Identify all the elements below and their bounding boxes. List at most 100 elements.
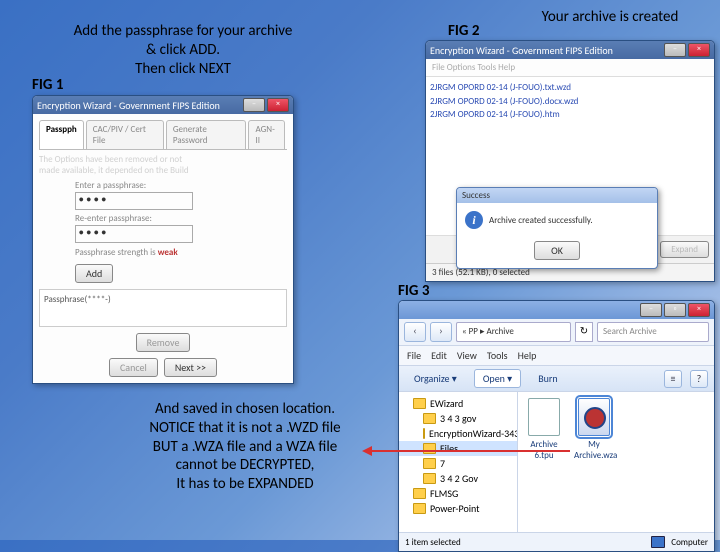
- folder-icon: [423, 458, 436, 469]
- dialog-message: Archive created successfully.: [489, 215, 593, 226]
- back-button[interactable]: ‹: [404, 322, 426, 342]
- maximize-button[interactable]: ▫: [664, 303, 686, 317]
- tree-item: EncryptionWizard-343: [399, 426, 517, 441]
- fig3-titlebar[interactable]: – ▫ ×: [399, 301, 714, 319]
- tabs: Passpph CAC/PIV / Cert File Generate Pas…: [39, 120, 287, 150]
- tree-item: 3 4 3 gov: [399, 411, 517, 426]
- close-button[interactable]: ×: [688, 303, 710, 317]
- help-icon[interactable]: ?: [690, 370, 708, 388]
- folder-icon: [423, 428, 425, 439]
- strength-line: Passphrase strength is weak: [75, 247, 287, 258]
- success-dialog: Success i Archive created successfully. …: [456, 187, 658, 269]
- refresh-icon[interactable]: ↻: [575, 322, 593, 342]
- file-row[interactable]: 2JRGM OPORD 02-14 (J-FOUO).docx.wzd: [430, 95, 710, 109]
- caption-fig1: Add the passphrase for your archive & cl…: [68, 22, 298, 78]
- folder-tree[interactable]: EWizard 3 4 3 gov EncryptionWizard-343 F…: [399, 392, 518, 532]
- passphrase-list: Passphrase(****-): [39, 289, 287, 327]
- menu-file[interactable]: File: [407, 349, 421, 362]
- caption-fig3: And saved in chosen location. NOTICE tha…: [120, 400, 370, 494]
- tree-item: EWizard: [399, 396, 517, 411]
- arrow-head-icon: [362, 446, 372, 456]
- fig2-window: Encryption Wizard - Government FIPS Edit…: [425, 40, 715, 282]
- tree-item: 3 4 2 Gov: [399, 471, 517, 486]
- ok-button[interactable]: OK: [534, 241, 580, 260]
- fig1-label: FIG 1: [32, 76, 63, 94]
- burn-button[interactable]: Burn: [529, 369, 566, 388]
- tree-item: Power-Point: [399, 501, 517, 516]
- menu-edit[interactable]: Edit: [431, 349, 447, 362]
- tab-agn[interactable]: AGN-II: [248, 120, 285, 149]
- file-item-selected[interactable]: My Archive.wza: [574, 398, 614, 461]
- tab-passphrase[interactable]: Passpph: [39, 120, 84, 149]
- fig2-title: Encryption Wizard - Government FIPS Edit…: [430, 44, 664, 57]
- tree-item: 7: [399, 456, 517, 471]
- cancel-button[interactable]: Cancel: [109, 358, 158, 377]
- reenter-passphrase-input[interactable]: ••••: [75, 225, 193, 243]
- menu-view[interactable]: View: [457, 349, 477, 362]
- wza-file-icon: [578, 398, 610, 436]
- close-button[interactable]: ×: [267, 98, 289, 112]
- file-pane[interactable]: Archive 6.tpu My Archive.wza: [518, 392, 714, 532]
- organize-button[interactable]: Organize ▾: [405, 369, 466, 388]
- fig3-window: – ▫ × ‹ › « PP ▸ Archive ↻ Search Archiv…: [398, 300, 715, 552]
- dialog-title[interactable]: Success: [457, 188, 657, 203]
- forward-button[interactable]: ›: [430, 322, 452, 342]
- add-button[interactable]: Add: [75, 264, 113, 283]
- minimize-button[interactable]: –: [664, 43, 686, 57]
- tree-item-selected: Files: [399, 441, 517, 456]
- next-button[interactable]: Next >>: [164, 358, 217, 377]
- window-controls: – ×: [243, 98, 289, 112]
- hint-text: The Options have been removed or notmade…: [39, 154, 287, 176]
- menu-row: File Edit View Tools Help: [399, 346, 714, 366]
- menu-help[interactable]: Help: [518, 349, 537, 362]
- enter-passphrase-label: Enter a passphrase:: [75, 180, 287, 191]
- fig2-menu[interactable]: File Options Tools Help: [426, 59, 714, 77]
- fig1-titlebar[interactable]: Encryption Wizard - Government FIPS Edit…: [33, 96, 293, 114]
- footer-row: Cancel Next >>: [39, 358, 287, 377]
- open-button[interactable]: Open ▾: [474, 369, 521, 388]
- strength-value: weak: [158, 247, 178, 258]
- expand-button[interactable]: Expand: [660, 241, 709, 258]
- status-right: Computer: [671, 537, 708, 548]
- folder-icon: [423, 473, 436, 484]
- fig2-label: FIG 2: [448, 22, 479, 40]
- reenter-passphrase-label: Re-enter passphrase:: [75, 213, 287, 224]
- explorer-status: 1 item selected Computer: [399, 532, 714, 551]
- file-icon: [528, 398, 560, 436]
- file-row[interactable]: 2JRGM OPORD 02-14 (J-FOUO).htm: [430, 108, 710, 122]
- minimize-button[interactable]: –: [640, 303, 662, 317]
- folder-icon: [413, 398, 426, 409]
- fig2-body: File Options Tools Help 2JRGM OPORD 02-1…: [426, 59, 714, 281]
- info-icon: i: [465, 211, 483, 229]
- computer-icon: [651, 536, 665, 548]
- tab-cac[interactable]: CAC/PIV / Cert File: [86, 120, 164, 149]
- remove-button[interactable]: Remove: [136, 333, 191, 352]
- status-left: 1 item selected: [405, 537, 461, 548]
- folder-icon: [423, 443, 436, 454]
- caption-fig2: Your archive is created: [510, 8, 710, 27]
- folder-icon: [413, 488, 426, 499]
- tab-generate[interactable]: Generate Password: [166, 120, 247, 149]
- breadcrumb[interactable]: « PP ▸ Archive: [456, 322, 571, 342]
- fig2-filelist[interactable]: 2JRGM OPORD 02-14 (J-FOUO).txt.wzd 2JRGM…: [426, 77, 714, 235]
- toolbar: Organize ▾ Open ▾ Burn ≡ ?: [399, 366, 714, 392]
- remove-row: Remove: [39, 333, 287, 352]
- folder-icon: [423, 413, 436, 424]
- search-input[interactable]: Search Archive: [597, 322, 709, 342]
- menu-tools[interactable]: Tools: [487, 349, 508, 362]
- tree-item: FLMSG: [399, 486, 517, 501]
- fig2-titlebar[interactable]: Encryption Wizard - Government FIPS Edit…: [426, 41, 714, 59]
- file-row[interactable]: 2JRGM OPORD 02-14 (J-FOUO).txt.wzd: [430, 81, 710, 95]
- minimize-button[interactable]: –: [243, 98, 265, 112]
- close-button[interactable]: ×: [688, 43, 710, 57]
- folder-icon: [413, 503, 426, 514]
- nav-row: ‹ › « PP ▸ Archive ↻ Search Archive: [399, 319, 714, 346]
- passphrase-input[interactable]: ••••: [75, 192, 193, 210]
- view-icon[interactable]: ≡: [664, 370, 682, 388]
- arrow-line: [370, 450, 570, 452]
- fig3-label: FIG 3: [398, 282, 429, 300]
- fig1-window: Encryption Wizard - Government FIPS Edit…: [32, 95, 294, 384]
- explorer-body: EWizard 3 4 3 gov EncryptionWizard-343 F…: [399, 392, 714, 532]
- fig1-title: Encryption Wizard - Government FIPS Edit…: [37, 99, 243, 112]
- fig1-body: Passpph CAC/PIV / Cert File Generate Pas…: [33, 114, 293, 383]
